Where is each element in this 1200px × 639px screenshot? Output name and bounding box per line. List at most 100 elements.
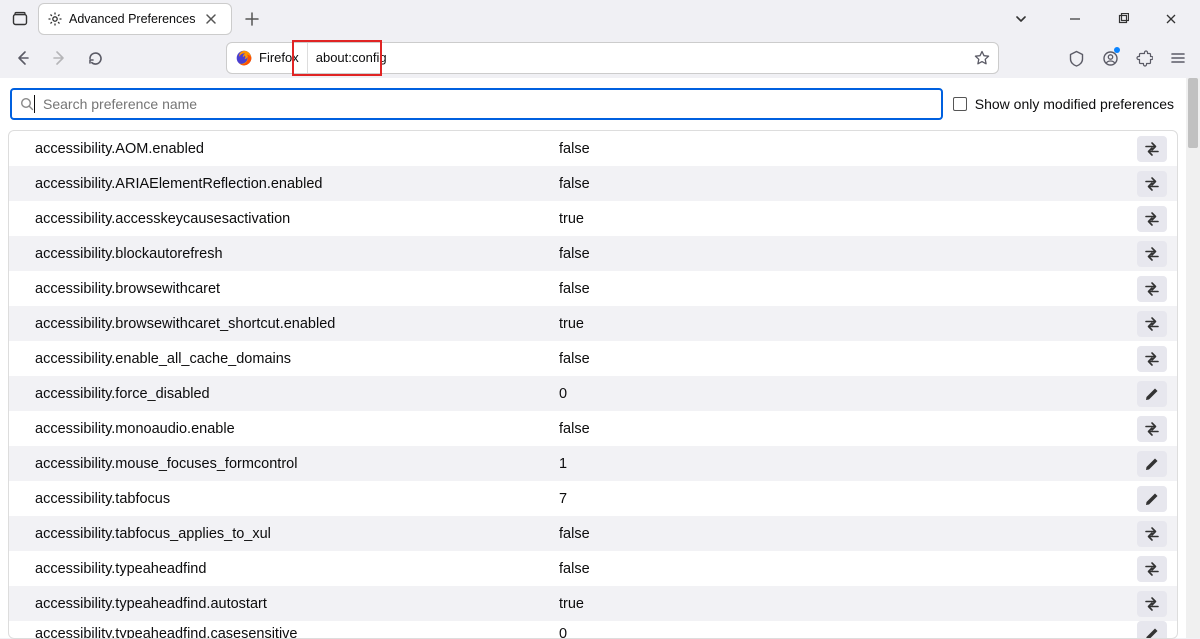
pref-row[interactable]: accessibility.AOM.enabledfalse xyxy=(9,131,1177,166)
close-icon xyxy=(1165,13,1177,25)
pref-toggle-button[interactable] xyxy=(1137,591,1167,617)
pref-row[interactable]: accessibility.tabfocus7 xyxy=(9,481,1177,516)
tabs-dropdown-button[interactable] xyxy=(1006,5,1036,33)
checkbox-icon[interactable] xyxy=(953,97,967,111)
window-maximize-button[interactable] xyxy=(1100,5,1146,33)
pencil-icon xyxy=(1144,456,1160,472)
pref-value: 0 xyxy=(559,386,1131,402)
pref-toggle-button[interactable] xyxy=(1137,171,1167,197)
firefox-icon xyxy=(235,49,253,67)
pref-value: true xyxy=(559,211,1131,227)
window-close-button[interactable] xyxy=(1148,5,1194,33)
pref-toggle-button[interactable] xyxy=(1137,346,1167,372)
pref-value: false xyxy=(559,176,1131,192)
toggle-icon xyxy=(1143,210,1161,228)
pref-toggle-button[interactable] xyxy=(1137,311,1167,337)
gear-icon xyxy=(47,11,63,27)
pref-row[interactable]: accessibility.typeaheadfind.autostarttru… xyxy=(9,586,1177,621)
window-minimize-button[interactable] xyxy=(1052,5,1098,33)
pref-row[interactable]: accessibility.browsewithcaret_shortcut.e… xyxy=(9,306,1177,341)
arrow-right-icon xyxy=(50,49,68,67)
pref-value: 1 xyxy=(559,456,1131,472)
pref-row[interactable]: accessibility.accesskeycausesactivationt… xyxy=(9,201,1177,236)
pref-toggle-button[interactable] xyxy=(1137,556,1167,582)
toggle-icon xyxy=(1143,140,1161,158)
browser-tab[interactable]: Advanced Preferences xyxy=(38,3,232,35)
plus-icon xyxy=(245,12,259,26)
pref-value: false xyxy=(559,351,1131,367)
pref-name: accessibility.tabfocus xyxy=(35,491,559,507)
pref-search-box[interactable] xyxy=(10,88,943,120)
toggle-icon xyxy=(1143,420,1161,438)
hamburger-icon xyxy=(1170,50,1186,66)
pref-toggle-button[interactable] xyxy=(1137,276,1167,302)
save-to-pocket-button[interactable] xyxy=(1060,43,1092,73)
search-icon xyxy=(20,97,34,111)
pref-toggle-button[interactable] xyxy=(1137,416,1167,442)
notification-dot-icon xyxy=(1114,47,1120,53)
prefs-table: accessibility.AOM.enabledfalseaccessibil… xyxy=(8,130,1178,639)
pref-row[interactable]: accessibility.monoaudio.enablefalse xyxy=(9,411,1177,446)
pref-row[interactable]: accessibility.enable_all_cache_domainsfa… xyxy=(9,341,1177,376)
tab-close-button[interactable] xyxy=(201,11,221,27)
pref-row[interactable]: accessibility.typeaheadfindfalse xyxy=(9,551,1177,586)
pref-toggle-button[interactable] xyxy=(1137,206,1167,232)
pref-value: false xyxy=(559,281,1131,297)
scrollbar-thumb[interactable] xyxy=(1188,78,1198,148)
new-tab-button[interactable] xyxy=(238,5,266,33)
pref-row[interactable]: accessibility.tabfocus_applies_to_xulfal… xyxy=(9,516,1177,551)
identity-label: Firefox xyxy=(259,43,308,73)
pref-edit-button[interactable] xyxy=(1137,486,1167,512)
pencil-icon xyxy=(1144,491,1160,507)
pref-name: accessibility.force_disabled xyxy=(35,386,559,402)
pref-row[interactable]: accessibility.ARIAElementReflection.enab… xyxy=(9,166,1177,201)
pref-value: 0 xyxy=(559,626,1131,639)
search-row: Show only modified preferences xyxy=(0,78,1186,130)
toggle-icon xyxy=(1143,560,1161,578)
bookmark-star-button[interactable] xyxy=(966,50,998,66)
nav-toolbar: Firefox about:config xyxy=(0,38,1200,78)
pref-edit-button[interactable] xyxy=(1137,451,1167,477)
back-button[interactable] xyxy=(6,43,40,73)
pref-edit-button[interactable] xyxy=(1137,621,1167,639)
page-scrollbar[interactable] xyxy=(1186,78,1200,638)
list-all-tabs-button[interactable] xyxy=(6,5,34,33)
forward-button[interactable] xyxy=(42,43,76,73)
minimize-icon xyxy=(1069,13,1081,25)
pref-name: accessibility.ARIAElementReflection.enab… xyxy=(35,176,559,192)
pref-name: accessibility.AOM.enabled xyxy=(35,141,559,157)
identity-box[interactable]: Firefox xyxy=(227,43,308,73)
app-menu-button[interactable] xyxy=(1162,43,1194,73)
show-only-modified-label: Show only modified preferences xyxy=(975,96,1174,112)
pref-row[interactable]: accessibility.typeaheadfind.casesensitiv… xyxy=(9,621,1177,639)
about-config-content: Show only modified preferences accessibi… xyxy=(0,78,1186,638)
account-button[interactable] xyxy=(1094,43,1126,73)
pref-toggle-button[interactable] xyxy=(1137,521,1167,547)
extensions-button[interactable] xyxy=(1128,43,1160,73)
pref-name: accessibility.typeaheadfind.autostart xyxy=(35,596,559,612)
toggle-icon xyxy=(1143,525,1161,543)
pref-value: true xyxy=(559,316,1131,332)
toggle-icon xyxy=(1143,245,1161,263)
pref-name: accessibility.browsewithcaret xyxy=(35,281,559,297)
pref-toggle-button[interactable] xyxy=(1137,241,1167,267)
pref-row[interactable]: accessibility.force_disabled0 xyxy=(9,376,1177,411)
pref-name: accessibility.typeaheadfind.casesensitiv… xyxy=(35,626,559,639)
maximize-icon xyxy=(1117,13,1129,25)
pref-row[interactable]: accessibility.blockautorefreshfalse xyxy=(9,236,1177,271)
pref-value: 7 xyxy=(559,491,1131,507)
pref-edit-button[interactable] xyxy=(1137,381,1167,407)
pref-value: false xyxy=(559,141,1131,157)
pref-toggle-button[interactable] xyxy=(1137,136,1167,162)
toggle-icon xyxy=(1143,350,1161,368)
pref-row[interactable]: accessibility.mouse_focuses_formcontrol1 xyxy=(9,446,1177,481)
pref-row[interactable]: accessibility.browsewithcaretfalse xyxy=(9,271,1177,306)
url-bar[interactable]: Firefox about:config xyxy=(226,42,999,74)
pref-name: accessibility.accesskeycausesactivation xyxy=(35,211,559,227)
tab-title: Advanced Preferences xyxy=(69,12,195,26)
star-icon xyxy=(974,50,990,66)
reload-icon xyxy=(87,50,104,67)
show-only-modified[interactable]: Show only modified preferences xyxy=(953,96,1178,112)
pref-search-input[interactable] xyxy=(35,95,933,113)
reload-button[interactable] xyxy=(78,43,112,73)
